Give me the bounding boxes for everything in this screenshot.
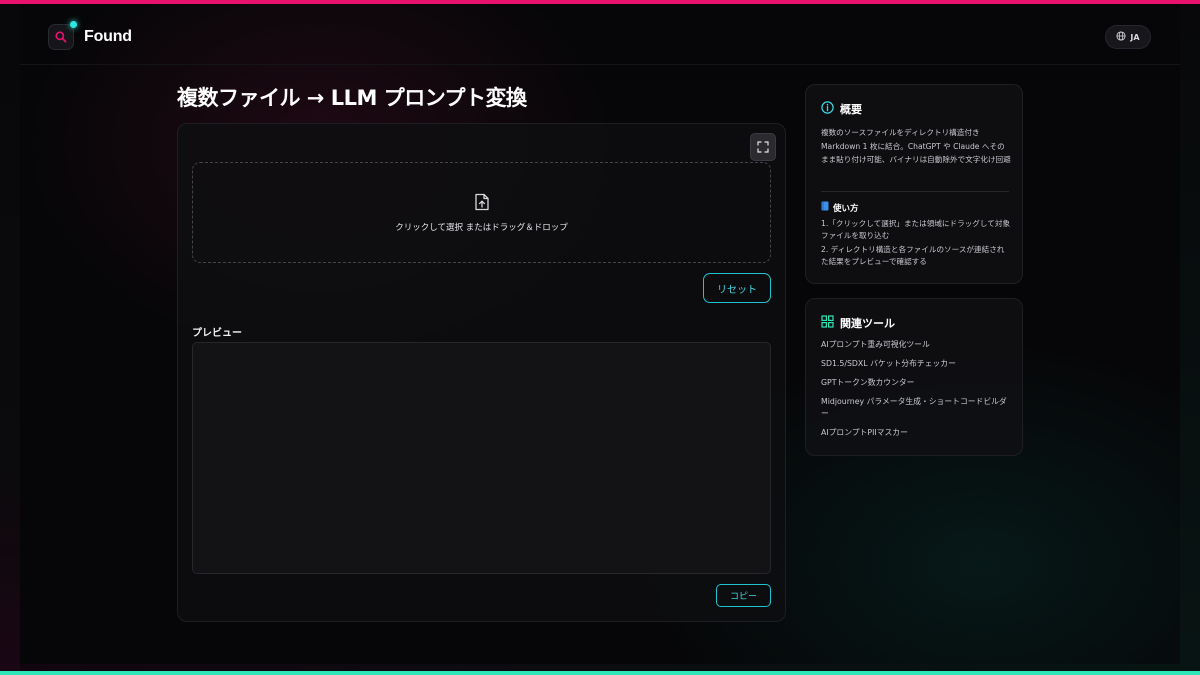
search-icon — [48, 21, 77, 50]
overview-card: 概要 複数のソースファイルをディレクトリ構造付き Markdown 1 枚に結合… — [805, 84, 1023, 284]
overview-heading: 概要 — [821, 101, 862, 117]
page-title: 複数ファイル → LLM プロンプト変換 — [177, 86, 527, 110]
bottom-accent-bar — [0, 671, 1200, 675]
info-icon — [821, 101, 834, 117]
related-tools-heading: 関連ツール — [821, 315, 895, 331]
tool-link[interactable]: AIプロンプト重み可視化ツール — [821, 339, 1013, 351]
preview-output[interactable] — [192, 342, 771, 574]
language-label: JA — [1130, 32, 1140, 42]
header-divider — [20, 64, 1180, 65]
book-icon — [821, 201, 829, 214]
overview-text: 複数のソースファイルをディレクトリ構造付き Markdown 1 枚に結合。Ch… — [821, 128, 1011, 164]
language-button[interactable]: JA — [1105, 25, 1151, 49]
fullscreen-button[interactable] — [750, 133, 776, 161]
bottom-margin — [20, 664, 1180, 671]
grid-icon — [821, 315, 834, 331]
tool-link[interactable]: SD1.5/SDXL バケット分布チェッカー — [821, 358, 1013, 370]
right-margin — [1180, 4, 1200, 671]
tool-link[interactable]: GPTトークン数カウンター — [821, 377, 1013, 389]
usage-step: 2. ディレクトリ構造と各ファイルのソースが連結された結果をプレビューで確認する — [821, 245, 1005, 266]
related-tools-card: 関連ツール AIプロンプト重み可視化ツール SD1.5/SDXL バケット分布チ… — [805, 298, 1023, 456]
logo-dot — [70, 21, 77, 28]
left-margin — [0, 4, 20, 671]
related-tools-title: 関連ツール — [840, 317, 895, 330]
logo[interactable]: Found — [48, 21, 132, 50]
globe-icon — [1116, 31, 1126, 43]
fullscreen-icon — [757, 138, 769, 157]
dropzone-text: クリックして選択 またはドラッグ＆ドロップ — [395, 222, 568, 233]
overview-divider — [821, 191, 1009, 192]
usage-title: 使い方 — [833, 203, 859, 214]
file-dropzone[interactable]: クリックして選択 またはドラッグ＆ドロップ — [192, 162, 771, 263]
usage-steps: 1.「クリックして選択」または領域にドラッグして対象ファイルを取り込む 2. デ… — [821, 218, 1011, 270]
tool-link[interactable]: AIプロンプトPIIマスカー — [821, 427, 1013, 439]
overview-title: 概要 — [840, 103, 862, 116]
usage-step: 1.「クリックして選択」または領域にドラッグして対象ファイルを取り込む — [821, 219, 1011, 240]
preview-label: プレビュー — [192, 328, 242, 339]
related-tools-list: AIプロンプト重み可視化ツール SD1.5/SDXL バケット分布チェッカー G… — [821, 339, 1013, 446]
copy-button[interactable]: コピー — [716, 584, 771, 607]
usage-heading: 使い方 — [821, 201, 859, 214]
logo-text: Found — [84, 28, 132, 45]
tool-link[interactable]: Midjourney パラメータ生成・ショートコードビルダー — [821, 396, 1013, 420]
file-upload-icon — [474, 193, 490, 215]
reset-button[interactable]: リセット — [703, 273, 771, 303]
